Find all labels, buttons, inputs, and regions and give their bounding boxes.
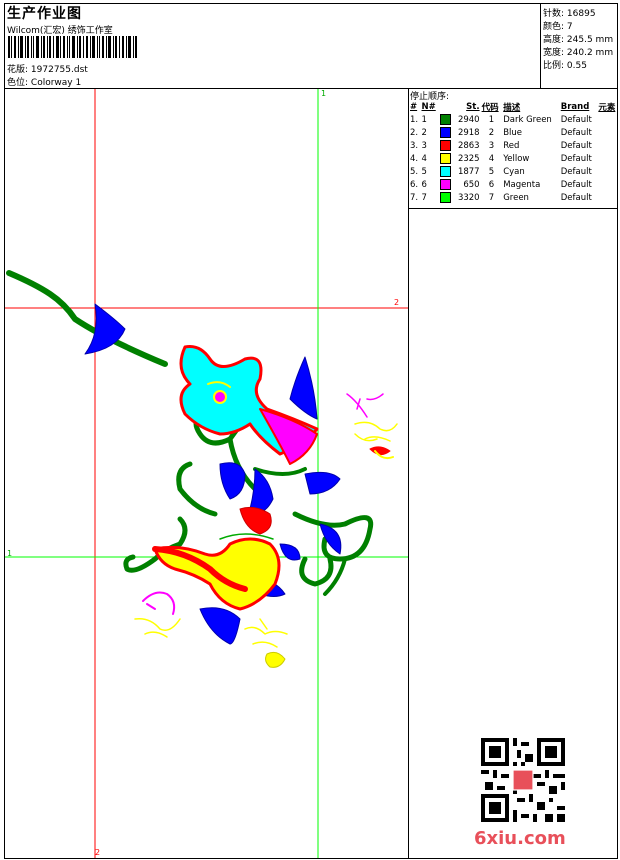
qr-code — [481, 738, 565, 822]
embroidery-design — [6, 270, 398, 668]
red-guide-label-right: 2 — [394, 298, 400, 307]
table-row: 3. 3 2863 3 Red Default — [409, 139, 619, 152]
stat-width: 宽度: 240.2 mm — [543, 48, 614, 58]
table-row: 1. 1 2940 1 Dark Green Default — [409, 113, 619, 126]
row-code: 4 — [488, 153, 495, 164]
row-swatch — [439, 139, 454, 152]
design-value: 1972755.dst — [30, 65, 88, 75]
color-swatch — [439, 153, 451, 164]
col-num: # — [410, 102, 418, 112]
row-stitches: 2940 — [457, 114, 480, 125]
row-code: 2 — [488, 127, 495, 138]
row-n: 5 — [421, 166, 427, 177]
green-guide-label-top: 1 — [321, 89, 327, 98]
row-code: 1 — [488, 114, 495, 125]
row-stitches: 2325 — [457, 153, 480, 164]
row-brand: Default — [560, 114, 592, 125]
row-n: 3 — [421, 140, 427, 151]
row-code: 3 — [488, 140, 495, 151]
row-brand: Default — [560, 127, 592, 138]
row-num: 2. — [410, 127, 419, 138]
design-canvas — [5, 89, 408, 858]
stat-height: 高度: 245.5 mm — [543, 35, 614, 45]
color-swatch — [439, 179, 451, 190]
row-num: 1. — [410, 114, 419, 125]
row-brand: Default — [560, 153, 592, 164]
stat-stitches: 针数: 16895 — [543, 9, 596, 19]
row-desc: Green — [503, 192, 529, 203]
stat-scale: 比例: 0.55 — [543, 61, 587, 71]
row-n: 7 — [421, 192, 427, 203]
table-row: 4. 4 2325 4 Yellow Default — [409, 152, 619, 165]
row-swatch — [439, 178, 454, 191]
row-brand: Default — [560, 179, 592, 190]
row-brand: Default — [560, 140, 592, 151]
row-stitches: 2918 — [457, 127, 480, 138]
design-label: 花版: — [7, 65, 29, 75]
design-row: 花版: 1972755.dst — [7, 62, 88, 75]
red-guide-label-bottom: 2 — [95, 848, 101, 857]
col-code: 代码 — [481, 103, 499, 113]
color-swatch — [439, 166, 451, 177]
row-swatch — [439, 165, 454, 178]
row-swatch — [439, 113, 454, 126]
row-code: 6 — [488, 179, 495, 190]
row-stitches: 650 — [463, 179, 480, 190]
row-num: 3. — [410, 140, 419, 151]
colorway-value: Colorway 1 — [30, 78, 82, 88]
stat-colors: 颜色: 7 — [543, 22, 573, 32]
col-stitches: St. — [466, 102, 480, 112]
row-desc: Dark Green — [503, 114, 552, 125]
colorway-label: 色位: — [7, 78, 29, 88]
row-desc: Blue — [503, 127, 523, 138]
row-swatch — [439, 191, 454, 204]
row-swatch — [439, 126, 454, 139]
row-desc: Red — [503, 140, 520, 151]
watermark-site: 6xiu.com — [474, 828, 566, 849]
row-stitches: 1877 — [457, 166, 480, 177]
table-row: 6. 6 650 6 Magenta Default — [409, 178, 619, 191]
col-n: N# — [421, 102, 436, 112]
company-name: Wilcom(汇宏) 绣饰工作室 — [7, 26, 113, 36]
table-header-row: # N# St. 代码 描述 Brand 元素 — [409, 101, 619, 113]
row-num: 4. — [410, 153, 419, 164]
row-swatch — [439, 152, 454, 165]
row-code: 5 — [488, 166, 495, 177]
green-guide-label-left: 1 — [7, 549, 13, 558]
col-brand: Brand — [560, 102, 590, 112]
row-n: 4 — [421, 153, 427, 164]
row-desc: Magenta — [503, 179, 541, 190]
sheet-title: 生产作业图 — [7, 6, 82, 22]
color-swatch — [439, 192, 451, 203]
color-order-table: # N# St. 代码 描述 Brand 元素 1. 1 2940 1 Dark Gre… — [409, 101, 619, 204]
col-swatch — [439, 101, 454, 113]
row-stitches: 2863 — [457, 140, 480, 151]
color-swatch — [439, 114, 451, 125]
row-brand: Default — [560, 166, 592, 177]
row-n: 1 — [421, 114, 427, 125]
row-stitches: 3320 — [457, 192, 480, 203]
row-num: 6. — [410, 179, 419, 190]
row-desc: Yellow — [503, 153, 530, 164]
col-element: 元素 — [598, 103, 616, 113]
barcode — [8, 36, 137, 58]
row-num: 5. — [410, 166, 419, 177]
table-row: 2. 2 2918 2 Blue Default — [409, 126, 619, 139]
row-desc: Cyan — [503, 166, 525, 177]
color-swatch — [439, 140, 451, 151]
row-brand: Default — [560, 192, 592, 203]
table-row: 7. 7 3320 7 Green Default — [409, 191, 619, 204]
row-n: 6 — [421, 179, 427, 190]
row-code: 7 — [488, 192, 495, 203]
colorway-row: 色位: Colorway 1 — [7, 75, 81, 88]
color-swatch — [439, 127, 451, 138]
table-row: 5. 5 1877 5 Cyan Default — [409, 165, 619, 178]
col-desc: 描述 — [503, 103, 521, 113]
row-n: 2 — [421, 127, 427, 138]
row-num: 7. — [410, 192, 419, 203]
